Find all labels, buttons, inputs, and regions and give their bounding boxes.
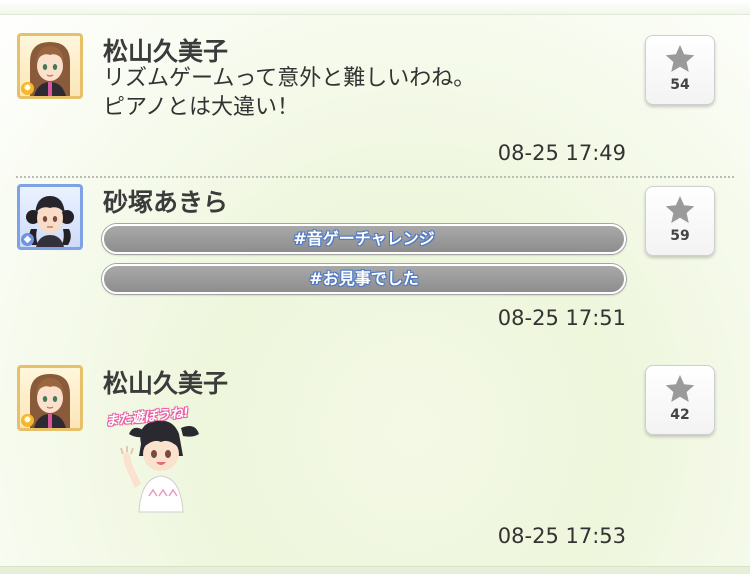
star-icon [665,375,695,402]
like-button[interactable]: 54 [645,35,715,105]
author-name: 砂塚あきら [103,188,229,217]
message-text: リズムゲームって意外と難しいわね。 ピアノとは大違い！ [103,64,623,122]
author-name: 松山久美子 [103,37,229,66]
post-divider [16,176,734,178]
like-count: 59 [670,228,690,244]
star-icon [665,196,695,223]
like-count: 54 [670,77,690,93]
gem-attribute-icon: ◆ [21,233,34,246]
hashtag-chip[interactable]: #音ゲーチャレンジ [102,224,626,254]
star-icon [665,45,695,72]
like-button[interactable]: 42 [645,365,715,435]
author-name: 松山久美子 [103,369,229,398]
post-timestamp: 08-25 17:53 [497,524,626,548]
avatar[interactable]: ◆ [17,184,83,250]
post-timestamp: 08-25 17:51 [497,306,626,330]
avatar[interactable]: ✹ [17,365,83,431]
sun-attribute-icon: ✹ [21,414,34,427]
message-line: リズムゲームって意外と難しいわね。 [103,66,476,91]
sticker-stamp[interactable]: また遊ぼうね! [103,404,223,514]
like-button[interactable]: 59 [645,186,715,256]
avatar[interactable]: ✹ [17,33,83,99]
sun-attribute-icon: ✹ [21,82,34,95]
post-timestamp: 08-25 17:49 [497,141,626,165]
hashtag-chip[interactable]: #お見事でした [102,264,626,294]
top-edge [0,0,750,15]
like-count: 42 [670,407,690,423]
message-line: ピアノとは大違い！ [103,95,300,120]
